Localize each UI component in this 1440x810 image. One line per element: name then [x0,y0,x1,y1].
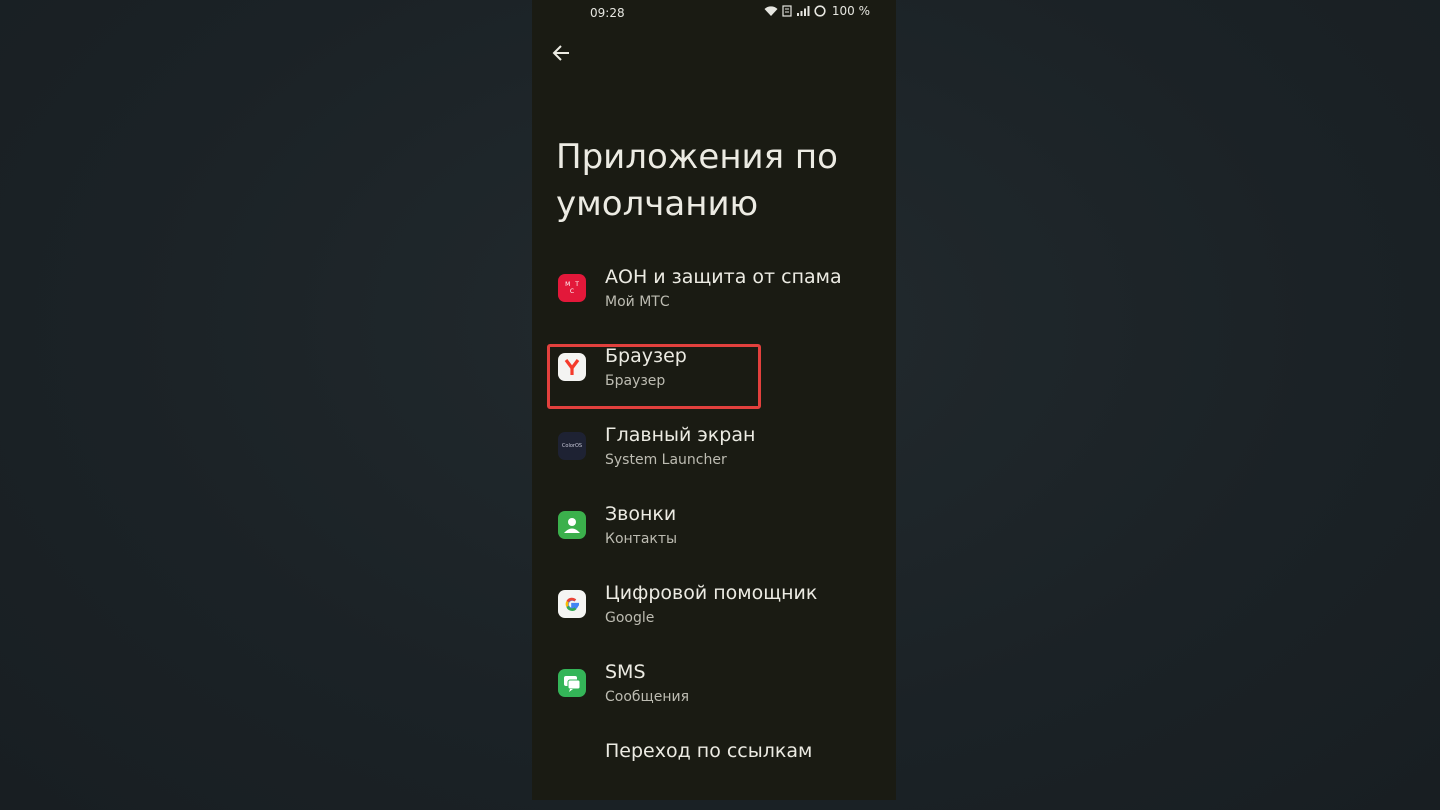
battery-ring-icon [814,5,826,17]
list-item-home-screen[interactable]: ColorOS Главный экран System Launcher [532,414,896,480]
hd-signal-icon [782,5,792,17]
coloros-logo-text: ColorOS [561,443,583,449]
coloros-launcher-icon: ColorOS [558,432,586,460]
list-item-subtitle: Браузер [605,373,666,389]
list-item-title: Цифровой помощник [605,582,818,604]
battery-percent: 100 % [831,4,870,18]
list-item-browser[interactable]: Браузер Браузер [532,335,896,401]
phone-screen: 09:28 100 % Приложения по умолчанию М Т … [532,0,896,800]
contacts-icon [558,511,586,539]
list-item-subtitle: Контакты [605,531,678,547]
list-item-digital-assistant[interactable]: Цифровой помощник Google [532,572,896,638]
list-item-subtitle: Google [605,610,655,626]
status-icons: 100 % [764,4,870,18]
list-item-subtitle: Сообщения [605,689,690,705]
list-item-subtitle: Мой МТС [605,294,670,310]
list-item-opening-links[interactable]: Переход по ссылкам [532,730,896,796]
list-item-title: Звонки [605,503,677,525]
google-icon [558,590,586,618]
status-time: 09:28 [590,6,625,20]
list-item-title: Переход по ссылкам [605,740,813,762]
wifi-icon [764,6,778,16]
list-item-calls[interactable]: Звонки Контакты [532,493,896,559]
yandex-browser-icon [558,353,586,381]
cell-signal-icon [796,6,810,16]
list-item-title: АОН и защита от спама [605,266,842,288]
list-item-subtitle: System Launcher [605,452,727,468]
mts-app-icon: М Т С [558,274,586,302]
list-item-title: Браузер [605,345,687,367]
status-bar: 09:28 100 % [532,0,896,28]
list-item-sms[interactable]: SMS Сообщения [532,651,896,717]
back-button[interactable] [546,38,576,68]
list-item-title: Главный экран [605,424,756,446]
arrow-left-icon [552,45,569,61]
mts-logo-text: М Т С [565,281,579,295]
page-title: Приложения по умолчанию [556,137,838,224]
messages-icon [558,669,586,697]
list-item-title: SMS [605,661,646,683]
list-item-caller-id[interactable]: М Т С АОН и защита от спама Мой МТС [532,256,896,322]
